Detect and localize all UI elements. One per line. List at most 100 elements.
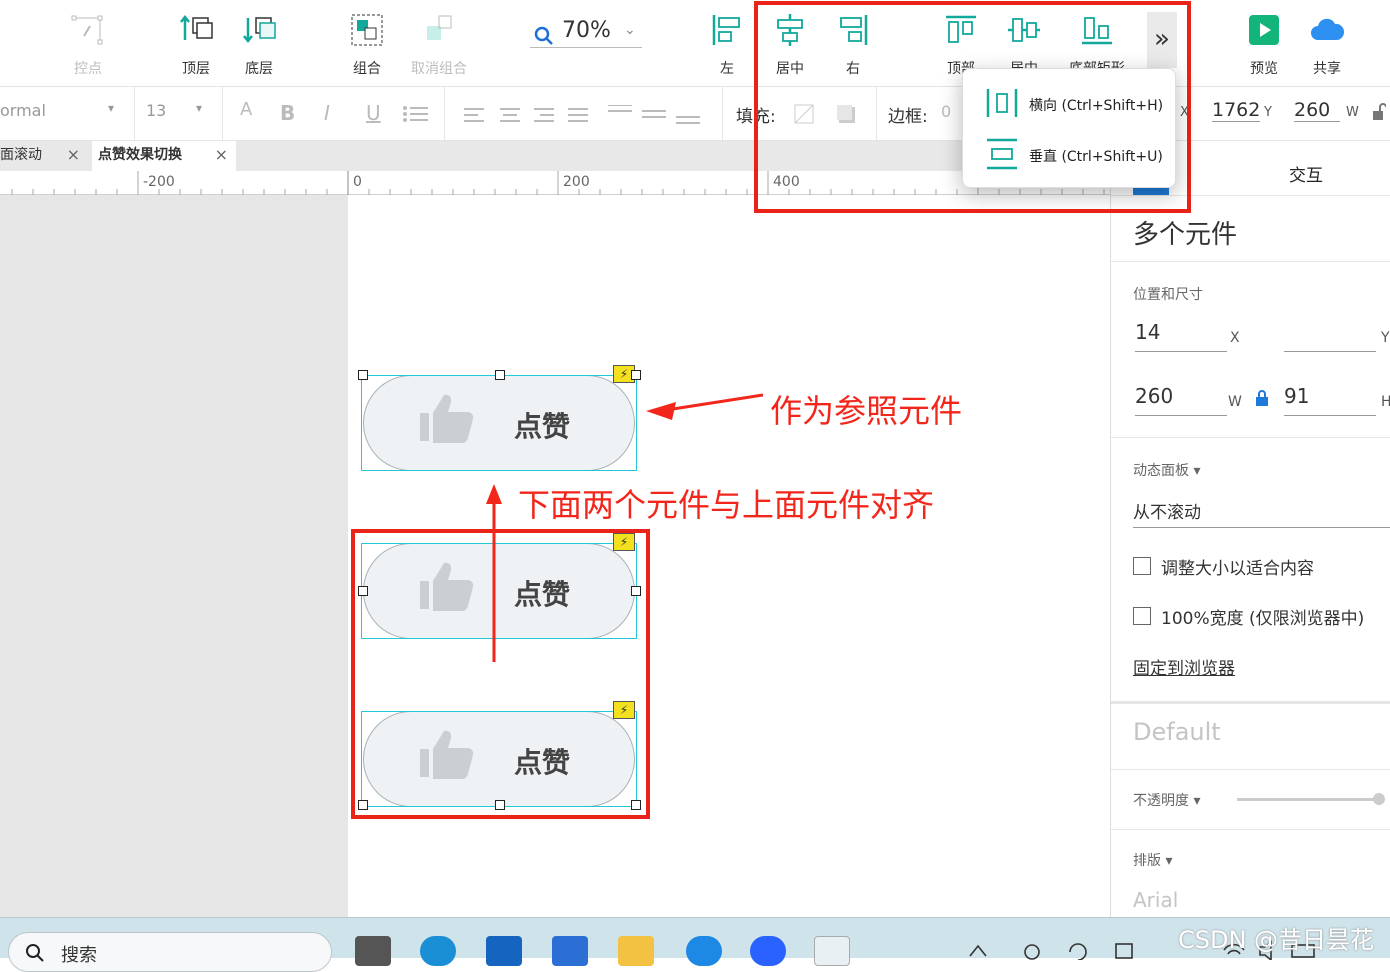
share-label: 共享	[1313, 61, 1341, 77]
font-size-value: 13	[146, 101, 167, 120]
italic-icon[interactable]: I	[324, 101, 330, 125]
fit-content-checkbox[interactable]	[1133, 557, 1151, 575]
taskbar-search[interactable]: 搜索	[8, 932, 332, 972]
distribute-vertical-icon	[987, 138, 1017, 170]
windows-taskbar: 搜索 CSDN @昔日昙花	[0, 917, 1390, 972]
send-back-button[interactable]: 底层	[229, 8, 289, 80]
tab-interaction[interactable]: 交互	[1289, 161, 1323, 186]
system-tray-icons[interactable]	[966, 940, 1166, 960]
distribute-horizontal-icon	[986, 89, 1018, 117]
canvas-offpage	[0, 195, 348, 917]
myhp-icon[interactable]	[486, 936, 522, 966]
x-field[interactable]: 1762	[1212, 99, 1260, 122]
fit-content-label: 调整大小以适合内容	[1161, 559, 1314, 579]
distribute-vertical-label: 垂直 (Ctrl+Shift+U)	[1029, 149, 1163, 165]
font-color-icon[interactable]: A	[240, 99, 252, 120]
store-icon[interactable]	[552, 936, 588, 966]
caret-down-icon: ▾	[196, 101, 203, 115]
style-select[interactable]: ormal ▾	[0, 101, 124, 125]
typography-section: 排版 ▾ Arial	[1111, 829, 1390, 917]
tab-like-toggle[interactable]: 点赞效果切换 ×	[92, 141, 236, 171]
w-field[interactable]: 260	[1294, 99, 1340, 122]
chevron-down-icon: ⌄	[624, 22, 636, 38]
axure-icon[interactable]	[814, 936, 850, 966]
search-icon	[26, 944, 44, 962]
dynamic-panel-label[interactable]: 动态面板 ▾	[1133, 460, 1200, 480]
bring-front-icon	[180, 14, 213, 40]
preview-label: 预览	[1250, 61, 1278, 77]
align-left-button[interactable]: 左	[697, 8, 757, 80]
font-size-select[interactable]: 13 ▾	[146, 101, 210, 125]
resize-handle[interactable]	[495, 370, 505, 380]
typography-label[interactable]: 排版 ▾	[1133, 850, 1172, 870]
thumbs-up-icon	[420, 394, 474, 443]
app-icon[interactable]	[750, 936, 786, 966]
x-field[interactable]: 14	[1135, 320, 1227, 352]
h-unit: H	[1381, 394, 1390, 410]
share-button[interactable]: 共享	[1297, 8, 1357, 80]
zoom-select[interactable]: 70% ⌄	[530, 16, 642, 48]
dynamic-panel-section: 动态面板 ▾ 从不滚动 调整大小以适合内容 100%宽度 (仅限浏览器中) 固定…	[1111, 437, 1390, 701]
inspector-panel: 交互 多个元件 位置和尺寸 14 X Y 260 W 91 H 动态面板 ▾ 从…	[1110, 141, 1390, 917]
font-family-value[interactable]: Arial	[1133, 888, 1178, 912]
opacity-label[interactable]: 不透明度 ▾	[1133, 790, 1200, 810]
group-icon	[351, 14, 383, 46]
underline-icon[interactable]: U	[366, 101, 381, 125]
ungroup-button[interactable]: 取消组合	[409, 8, 469, 80]
x-unit: X	[1230, 330, 1240, 346]
zoom-value: 70%	[562, 18, 611, 43]
distribute-dropdown: 横向 (Ctrl+Shift+H) 垂直 (Ctrl+Shift+U)	[962, 68, 1176, 188]
group-button[interactable]: 组合	[337, 8, 397, 80]
resize-handle[interactable]	[358, 370, 368, 380]
align-left-icon	[712, 15, 740, 45]
tab-page-scroll[interactable]: 面滚动 ×	[0, 141, 88, 171]
ruler-label: 200	[563, 174, 590, 190]
distribute-horizontal-label: 横向 (Ctrl+Shift+H)	[1029, 98, 1164, 114]
play-icon	[1249, 15, 1279, 45]
send-back-label: 底层	[245, 61, 273, 77]
close-icon[interactable]: ×	[67, 141, 80, 169]
lock-icon[interactable]	[1255, 390, 1269, 406]
full-width-checkbox[interactable]	[1133, 607, 1151, 625]
distribute-horizontal-item[interactable]: 横向 (Ctrl+Shift+H)	[963, 79, 1177, 129]
y-unit: Y	[1264, 105, 1272, 120]
task-view-icon[interactable]	[355, 936, 391, 966]
bring-front-button[interactable]: 顶层	[166, 8, 226, 80]
opacity-slider-track[interactable]	[1237, 798, 1377, 801]
app-icon[interactable]	[686, 936, 722, 966]
align-left-label: 左	[720, 61, 734, 77]
folder-icon[interactable]	[618, 936, 654, 966]
ruler-label: 0	[353, 174, 362, 190]
h-field[interactable]: 91	[1284, 384, 1376, 416]
preview-button[interactable]: 预览	[1234, 8, 1294, 80]
opacity-slider-handle[interactable]	[1373, 793, 1385, 805]
annotation-reference-text: 作为参照元件	[770, 392, 963, 430]
opacity-section: 不透明度 ▾	[1111, 769, 1390, 829]
control-points-button[interactable]: 控点	[58, 8, 118, 80]
scroll-select[interactable]: 从不滚动	[1133, 498, 1390, 528]
distribute-vertical-item[interactable]: 垂直 (Ctrl+Shift+U)	[963, 129, 1177, 179]
panel-title: 多个元件	[1133, 220, 1238, 250]
close-icon[interactable]: ×	[215, 141, 228, 169]
style-default[interactable]: Default	[1133, 718, 1221, 746]
bold-icon[interactable]: B	[280, 101, 295, 125]
w-field[interactable]: 260	[1135, 384, 1227, 416]
annotation-align-text: 下面两个元件与上面元件对齐	[518, 486, 935, 524]
y-field[interactable]	[1284, 320, 1376, 352]
tab-label: 面滚动	[0, 147, 42, 163]
pos-size-label: 位置和尺寸	[1133, 287, 1203, 303]
pin-browser-link[interactable]: 固定到浏览器	[1133, 654, 1235, 679]
control-points-label: 控点	[74, 61, 102, 77]
send-back-icon	[243, 17, 276, 44]
style-select-value: ormal	[0, 101, 46, 120]
watermark-text: CSDN @昔日昙花	[1178, 926, 1375, 954]
control-points-icon	[71, 15, 103, 45]
edge-icon[interactable]	[420, 936, 456, 966]
resize-handle[interactable]	[631, 370, 641, 380]
text-align-icons[interactable]	[462, 105, 702, 127]
list-icon[interactable]	[402, 105, 428, 123]
search-zoom-icon	[534, 26, 553, 45]
ruler-label: -200	[143, 174, 175, 190]
search-placeholder: 搜索	[61, 945, 97, 966]
unlock-icon[interactable]	[1372, 103, 1386, 121]
